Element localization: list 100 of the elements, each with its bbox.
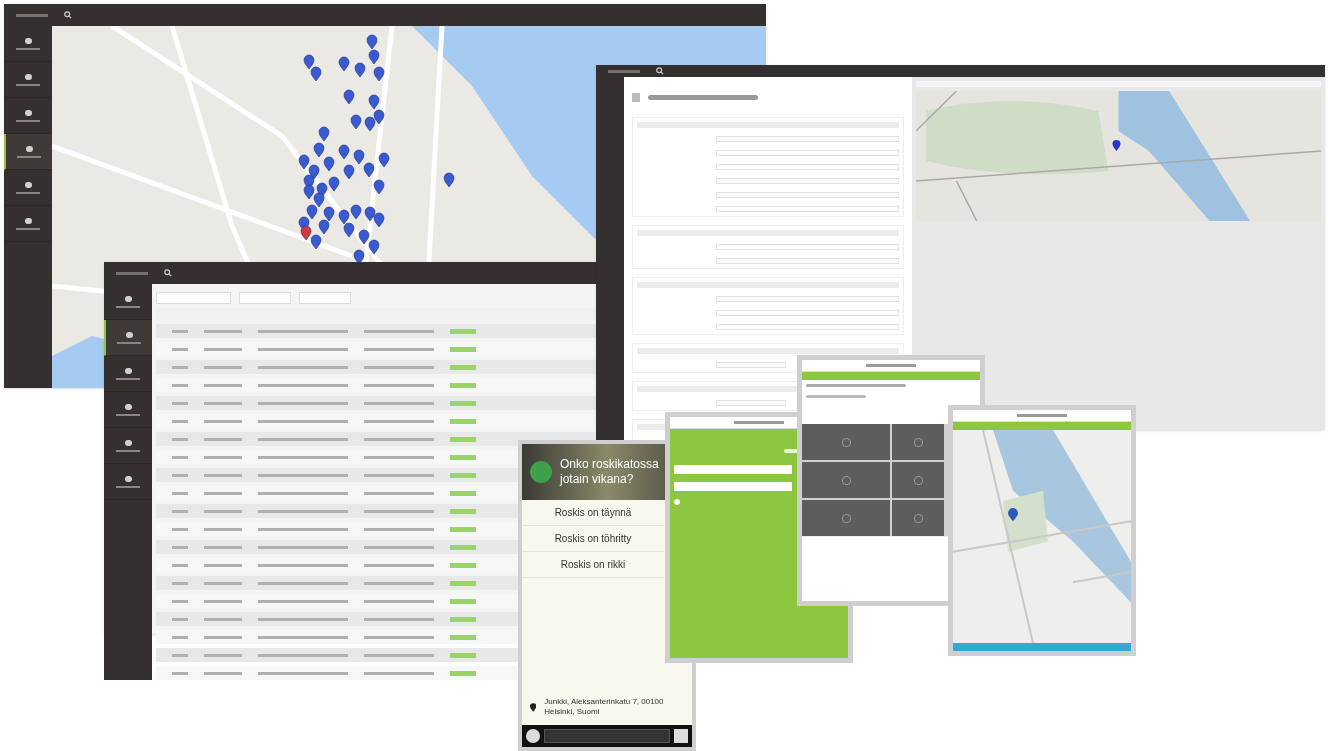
status-pill xyxy=(450,418,476,424)
blurred-text-line xyxy=(364,563,434,567)
action-tile[interactable] xyxy=(892,462,944,498)
form-field[interactable] xyxy=(715,362,786,368)
option-button[interactable]: Roskis on täynnä xyxy=(522,500,664,526)
action-bar[interactable] xyxy=(953,643,1131,651)
checkbox[interactable] xyxy=(674,499,680,505)
form-field[interactable] xyxy=(715,192,899,198)
form-field[interactable] xyxy=(715,296,899,302)
blurred-text-line xyxy=(204,527,242,531)
blurred-text-line xyxy=(116,485,140,488)
status-pill xyxy=(450,634,476,640)
status-pill xyxy=(450,616,476,622)
blurred-text-line xyxy=(116,305,140,308)
blurred-text-line xyxy=(204,635,242,639)
status-pill xyxy=(450,346,476,352)
input-field[interactable] xyxy=(674,482,792,491)
sidebar-item[interactable] xyxy=(104,320,152,356)
status-pill xyxy=(450,364,476,370)
tile-icon xyxy=(913,437,923,447)
status-pill xyxy=(450,598,476,604)
status-pill xyxy=(450,544,476,550)
blurred-text-line xyxy=(204,563,242,567)
form-field[interactable] xyxy=(715,258,899,264)
action-tile[interactable] xyxy=(802,424,890,460)
toolbar-button[interactable] xyxy=(239,292,291,304)
blurred-text-line xyxy=(364,491,434,495)
nav-icon xyxy=(124,439,132,446)
blurred-text-line xyxy=(364,527,434,531)
search-icon xyxy=(164,269,172,277)
input-field[interactable] xyxy=(544,729,670,743)
sidebar-item[interactable] xyxy=(4,134,52,170)
form-field[interactable] xyxy=(715,150,899,156)
blurred-text-line xyxy=(204,491,242,495)
blurred-text-line xyxy=(204,383,242,387)
blurred-text-line xyxy=(204,437,242,441)
input-field[interactable] xyxy=(674,465,792,474)
status-pill xyxy=(450,328,476,334)
logo-mark xyxy=(16,13,48,17)
blurred-text-line xyxy=(204,617,242,621)
option-button[interactable]: Roskis on rikki xyxy=(522,552,664,578)
question-text: Onko roskikatossa jotain vikana? xyxy=(560,457,660,487)
status-pill xyxy=(450,526,476,532)
blurred-text-line xyxy=(364,599,434,603)
toolbar-button[interactable] xyxy=(299,292,351,304)
blurred-text-line xyxy=(117,341,141,344)
action-tile[interactable] xyxy=(892,424,944,460)
status-pill xyxy=(450,652,476,658)
status-pill xyxy=(450,490,476,496)
blurred-text-line xyxy=(364,455,434,459)
form-field[interactable] xyxy=(715,400,786,406)
blurred-text-line xyxy=(364,329,434,333)
blurred-text-line xyxy=(364,509,434,513)
form-field[interactable] xyxy=(715,178,899,184)
blurred-text-line xyxy=(17,155,41,158)
blurred-text-line xyxy=(1017,414,1067,417)
blurred-text-line xyxy=(204,473,242,477)
blurred-text-line xyxy=(364,581,434,585)
option-button[interactable]: Roskis on töhritty xyxy=(522,526,664,552)
form-field[interactable] xyxy=(715,136,899,142)
blurred-text-line xyxy=(364,365,434,369)
tile-icon xyxy=(841,513,851,523)
action-tile[interactable] xyxy=(802,500,890,536)
form-field[interactable] xyxy=(715,164,899,170)
blurred-text-line xyxy=(204,419,242,423)
blurred-text-line xyxy=(16,83,40,86)
blurred-text-line xyxy=(16,227,40,230)
blurred-text-line xyxy=(16,119,40,122)
tile-icon xyxy=(913,513,923,523)
search-field[interactable] xyxy=(156,292,231,304)
blurred-text-line xyxy=(116,377,140,380)
action-tile[interactable] xyxy=(892,500,944,536)
blurred-text-line xyxy=(204,581,242,585)
status-pill xyxy=(450,508,476,514)
form-field[interactable] xyxy=(715,206,899,212)
blurred-text-line xyxy=(364,653,434,657)
nav-icon xyxy=(124,367,132,374)
status-pill xyxy=(450,580,476,586)
blurred-text-line xyxy=(364,473,434,477)
form-field[interactable] xyxy=(715,244,899,250)
blurred-text-line xyxy=(204,509,242,513)
status-pill xyxy=(450,400,476,406)
status-pill xyxy=(450,436,476,442)
logo-mark xyxy=(116,271,148,275)
form-field[interactable] xyxy=(715,310,899,316)
nav-icon xyxy=(24,181,32,188)
address-text: Junkki, Aleksanterinkatu 7, 00100 Helsinki, Suomi xyxy=(544,697,665,717)
action-tile[interactable] xyxy=(802,462,890,498)
search-icon xyxy=(656,67,664,75)
tile-icon xyxy=(841,437,851,447)
nav-icon xyxy=(125,331,133,338)
blurred-text-line xyxy=(364,617,434,621)
blurred-text-line xyxy=(364,671,434,675)
blurred-text-line xyxy=(204,329,242,333)
blurred-text-line xyxy=(204,671,242,675)
status-pill xyxy=(450,454,476,460)
blurred-text-line xyxy=(734,421,784,424)
search-icon xyxy=(64,11,72,19)
form-field[interactable] xyxy=(715,324,899,330)
nav-icon xyxy=(124,403,132,410)
